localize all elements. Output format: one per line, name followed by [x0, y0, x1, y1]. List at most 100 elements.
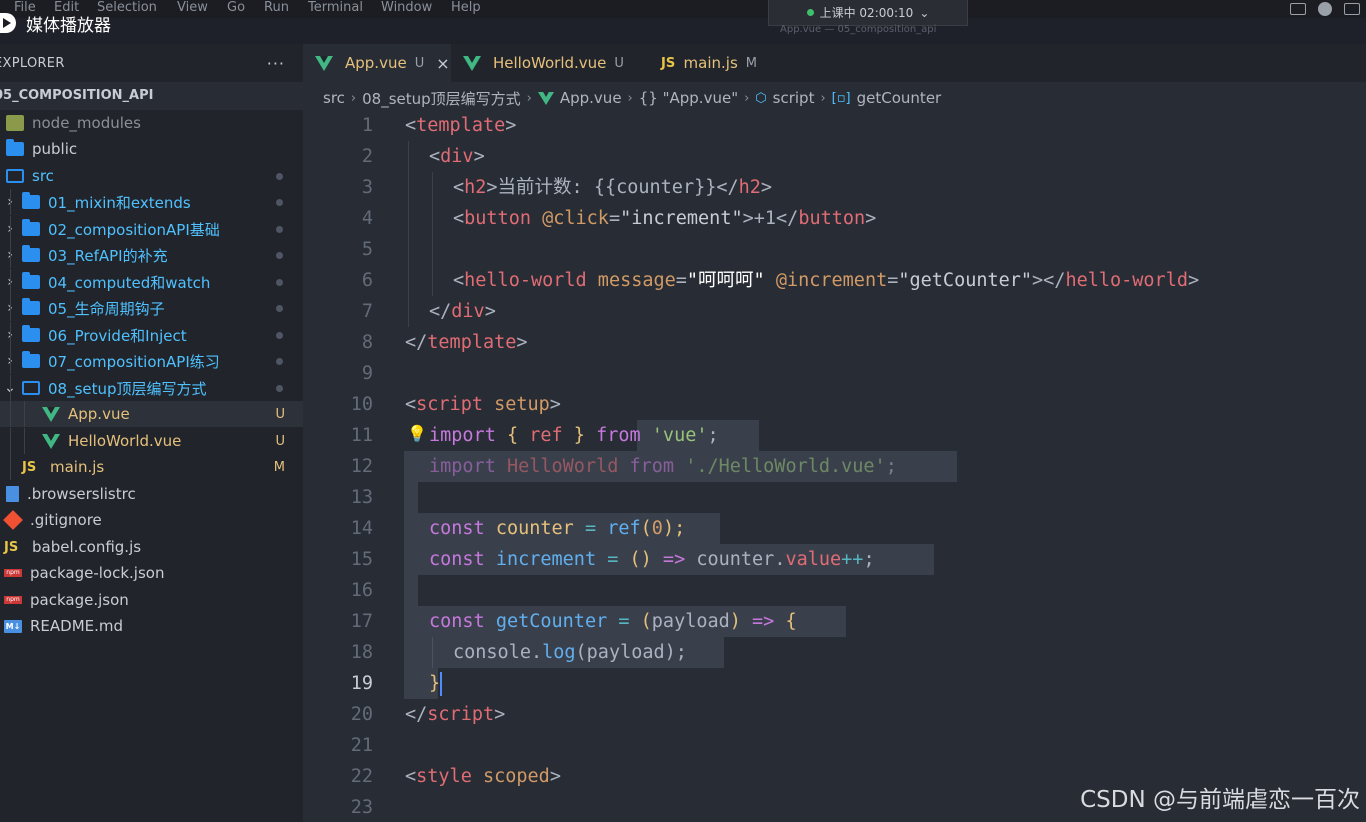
breadcrumb-symbol[interactable]: getCounter — [857, 89, 942, 107]
modified-dot-icon — [276, 357, 283, 365]
tree-item-public[interactable]: public — [0, 136, 303, 162]
close-icon[interactable]: × — [436, 54, 449, 73]
token: ( — [640, 518, 652, 539]
tree-item-label: 07_compositionAPI练习 — [48, 352, 220, 371]
folder-icon — [22, 298, 40, 315]
token: @increment — [764, 270, 888, 291]
tree-item-babel-config[interactable]: JS babel.config.js — [0, 534, 303, 560]
js-file-icon: JS — [4, 539, 19, 555]
token: button — [798, 208, 866, 229]
code-line: 6 <hello-world message="呵呵呵" @increment=… — [303, 265, 1366, 296]
tree-item-02[interactable]: › 02_compositionAPI基础 — [0, 216, 303, 242]
vue-file-icon — [463, 55, 481, 71]
play-icon[interactable] — [0, 13, 16, 33]
breadcrumb-script[interactable]: script — [773, 89, 815, 107]
tree-item-06[interactable]: › 06_Provide和Inject — [0, 322, 303, 348]
untracked-badge: U — [275, 406, 285, 422]
breadcrumb-file[interactable]: App.vue — [560, 89, 622, 107]
tree-item-readme[interactable]: M↓ README.md — [0, 613, 303, 639]
line-number: 4 — [361, 208, 373, 229]
tree-item-08[interactable]: ⌄ 08_setup顶层编写方式 — [0, 375, 303, 401]
token: (payload); — [575, 642, 687, 663]
tree-item-label: 01_mixin和extends — [48, 193, 191, 212]
tab-app-vue[interactable]: App.vue U × — [303, 44, 451, 82]
tab-status-badge: U — [614, 55, 624, 71]
project-root[interactable]: 05_COMPOSITION_API — [0, 82, 303, 110]
lightbulb-icon[interactable]: 💡 — [407, 424, 427, 443]
chevron-right-icon: › — [744, 90, 750, 106]
token: < — [453, 270, 465, 291]
tree-item-label: .gitignore — [30, 511, 102, 529]
token: ++ — [841, 549, 864, 570]
token: script — [416, 394, 483, 415]
breadcrumb: src › 08_setup顶层编写方式 › App.vue › {} "App… — [323, 88, 941, 108]
token: ( — [640, 611, 652, 632]
token: >+1</ — [742, 208, 799, 229]
tree-item-03[interactable]: › 03_RefAPI的补充 — [0, 242, 303, 268]
tree-item-browserslistrc[interactable]: .browserslistrc — [0, 481, 303, 507]
p-icon[interactable] — [1318, 2, 1332, 16]
token: > — [549, 766, 561, 787]
more-actions-icon[interactable]: ··· — [267, 54, 285, 73]
token: script — [427, 704, 495, 725]
code-line: 4 <button @click="increment">+1</button> — [303, 203, 1366, 234]
modified-dot-icon — [276, 198, 283, 206]
token: ); — [662, 518, 686, 539]
tree-item-main-js[interactable]: JS main.js M — [0, 454, 303, 480]
tab-label: App.vue — [345, 54, 407, 72]
breadcrumb-src[interactable]: src — [323, 89, 345, 107]
tree-item-gitignore[interactable]: .gitignore — [0, 507, 303, 533]
code-line: 17 const getCounter = (payload) => { — [303, 606, 1366, 637]
menu-help[interactable]: Help — [451, 0, 481, 17]
token: "getCounter" — [898, 270, 1033, 291]
breadcrumb-folder[interactable]: 08_setup顶层编写方式 — [362, 88, 521, 109]
menu-go[interactable]: Go — [227, 0, 245, 17]
folder-icon — [22, 351, 40, 368]
token: from — [629, 456, 675, 477]
node-modules-icon — [6, 115, 24, 131]
tree-item-07[interactable]: › 07_compositionAPI练习 — [0, 348, 303, 374]
window-icon[interactable] — [1344, 3, 1360, 15]
folder-icon — [22, 192, 40, 209]
token: ) — [729, 611, 741, 632]
text-cursor — [440, 672, 443, 696]
menu-run[interactable]: Run — [264, 0, 289, 17]
tree-item-label: 04_computed和watch — [48, 273, 211, 292]
line-number: 14 — [350, 518, 373, 539]
tree-item-label: babel.config.js — [32, 538, 142, 556]
tree-item-package-json[interactable]: npm package.json — [0, 587, 303, 613]
code-line: 8 </template> — [303, 327, 1366, 358]
token: './HelloWorld.vue' — [685, 456, 886, 477]
token: </ — [405, 332, 428, 353]
tree-item-package-lock[interactable]: npm package-lock.json — [0, 560, 303, 586]
window-title: App.vue — 05_composition_api — [780, 24, 937, 35]
breadcrumb-component[interactable]: {} "App.vue" — [639, 89, 738, 107]
menu-window[interactable]: Window — [381, 0, 432, 17]
token: setup — [482, 394, 550, 415]
tree-item-01[interactable]: › 01_mixin和extends — [0, 189, 303, 215]
token: import — [429, 456, 496, 477]
token: ; — [707, 425, 719, 446]
token: . — [530, 642, 543, 663]
tab-helloworld-vue[interactable]: HelloWorld.vue U — [451, 44, 641, 82]
tree-item-src[interactable]: src — [0, 163, 303, 189]
tree-item-05[interactable]: › 05_生命周期钩子 — [0, 295, 303, 321]
screen-icon[interactable] — [1290, 3, 1306, 15]
tree-item-04[interactable]: › 04_computed和watch — [0, 269, 303, 295]
token: value — [785, 549, 842, 570]
class-timer[interactable]: 上课中 02:00:10 ⌄ — [768, 0, 968, 26]
menu-terminal[interactable]: Terminal — [308, 0, 363, 17]
token: hello-world — [464, 270, 587, 291]
tree-item-node-modules[interactable]: node_modules — [0, 110, 303, 136]
player-title: 媒体播放器 — [26, 15, 111, 36]
line-number: 12 — [350, 456, 373, 477]
token: button — [464, 208, 531, 229]
tab-main-js[interactable]: JS main.js M — [649, 44, 769, 82]
menu-view[interactable]: View — [177, 0, 208, 17]
line-number: 11 — [350, 425, 373, 446]
tree-item-helloworld-vue[interactable]: HelloWorld.vue U — [0, 428, 303, 454]
modified-dot-icon — [276, 278, 283, 286]
tree-item-app-vue[interactable]: App.vue U — [0, 401, 303, 427]
